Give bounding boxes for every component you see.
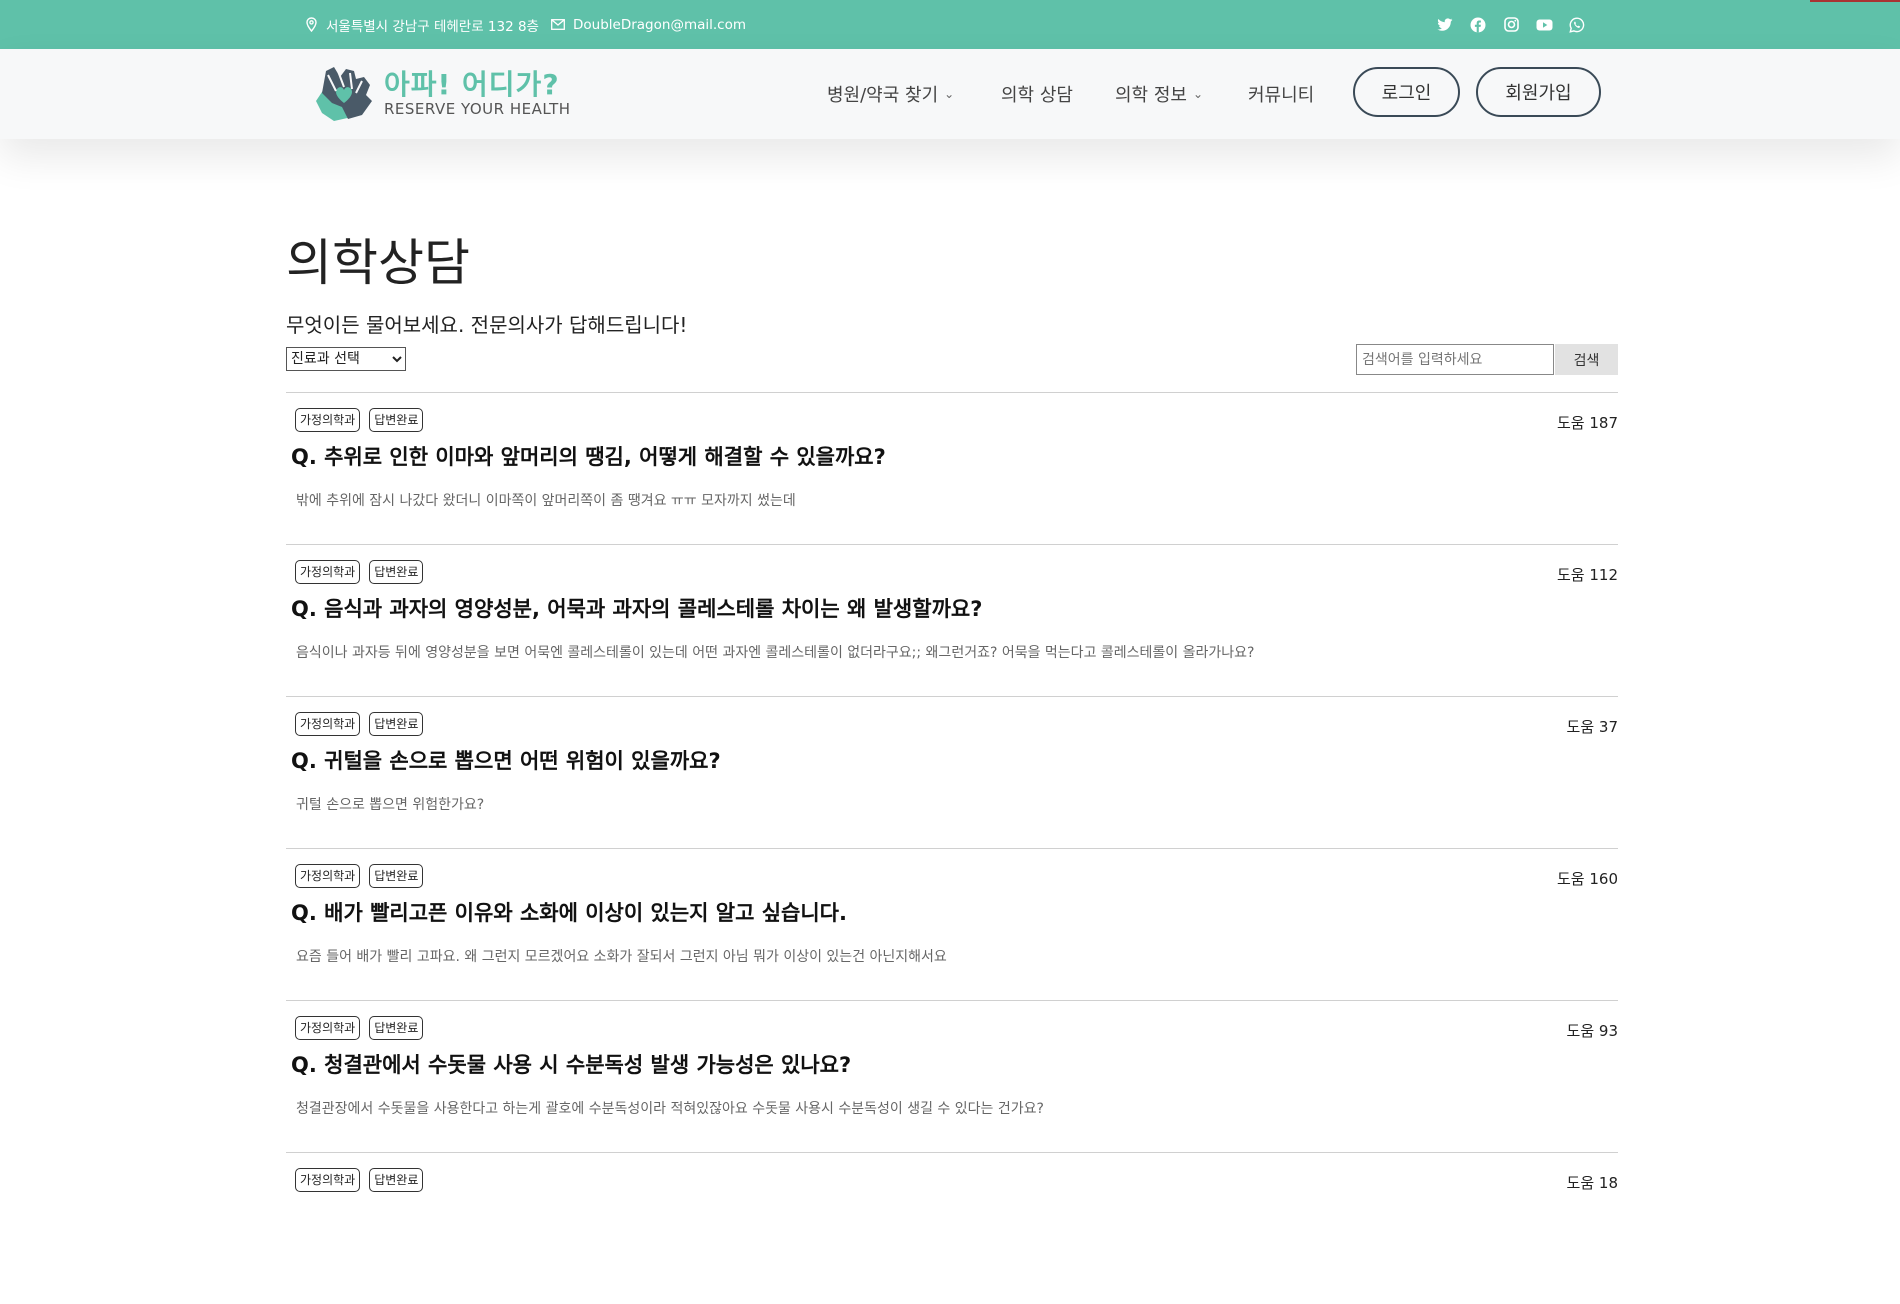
help-count: 도움 160 xyxy=(1557,870,1618,888)
answer-status-tag: 답변완료 xyxy=(369,408,424,432)
top-bar: 서울특별시 강남구 테헤란로 132 8층 DoubleDragon@mail.… xyxy=(0,0,1900,49)
question-title[interactable]: Q. 귀털을 손으로 뽑으면 어떤 위험이 있을까요? xyxy=(291,745,721,775)
mail-icon xyxy=(551,19,565,30)
whatsapp-icon[interactable] xyxy=(1568,16,1586,34)
logo-title: 아파! 어디가? xyxy=(384,68,560,101)
department-tag: 가정의학과 xyxy=(295,408,361,432)
question-item[interactable]: 가정의학과 답변완료 도움 93 Q. 청결관에서 수돗물 사용 시 수분독성 … xyxy=(286,1000,1618,1152)
search-button[interactable]: 검색 xyxy=(1555,344,1618,375)
page-title: 의학상담 xyxy=(286,234,470,292)
nav-item-find-hospital[interactable]: 병원/약국 찾기 ⌄ xyxy=(827,49,954,139)
department-tag: 가정의학과 xyxy=(295,712,361,736)
nav-label: 커뮤니티 xyxy=(1248,85,1315,106)
answer-status-tag: 답변완료 xyxy=(369,1016,424,1040)
help-count: 도움 187 xyxy=(1557,414,1618,432)
help-count: 도움 37 xyxy=(1566,718,1618,736)
answer-status-tag: 답변완료 xyxy=(369,712,424,736)
caring-hands-heart-icon xyxy=(316,67,372,121)
location-pin-icon xyxy=(306,17,317,32)
signup-button[interactable]: 회원가입 xyxy=(1476,67,1601,117)
chevron-down-icon: ⌄ xyxy=(944,87,955,101)
question-item[interactable]: 가정의학과 답변완료 도움 18 xyxy=(286,1152,1618,1304)
instagram-icon[interactable] xyxy=(1502,16,1520,34)
logo-subtitle: RESERVE YOUR HEALTH xyxy=(384,100,571,118)
nav-item-medical-info[interactable]: 의학 정보 ⌄ xyxy=(1115,49,1203,139)
help-count: 도움 93 xyxy=(1566,1022,1618,1040)
nav-label: 병원/약국 찾기 xyxy=(827,85,939,106)
top-accent-line xyxy=(1810,0,1900,2)
login-button[interactable]: 로그인 xyxy=(1353,67,1460,117)
help-count: 도움 112 xyxy=(1557,566,1618,584)
nav-item-consultation[interactable]: 의학 상담 xyxy=(1001,49,1073,139)
nav-label: 의학 정보 xyxy=(1115,85,1187,106)
question-title[interactable]: Q. 청결관에서 수돗물 사용 시 수분독성 발생 가능성은 있나요? xyxy=(291,1049,851,1079)
question-item[interactable]: 가정의학과 답변완료 도움 187 Q. 추위로 인한 이마와 앞머리의 땡김,… xyxy=(286,392,1618,544)
help-count: 도움 18 xyxy=(1566,1174,1618,1192)
question-title[interactable]: Q. 추위로 인한 이마와 앞머리의 땡김, 어떻게 해결할 수 있을까요? xyxy=(291,441,886,471)
department-select[interactable]: 진료과 선택 xyxy=(286,347,406,371)
email-text: DoubleDragon@mail.com xyxy=(573,16,746,33)
answer-status-tag: 답변완료 xyxy=(369,864,424,888)
answer-status-tag: 답변완료 xyxy=(369,560,424,584)
search-input[interactable] xyxy=(1356,344,1554,375)
question-item[interactable]: 가정의학과 답변완료 도움 37 Q. 귀털을 손으로 뽑으면 어떤 위험이 있… xyxy=(286,696,1618,848)
main-header: 아파! 어디가? RESERVE YOUR HEALTH 병원/약국 찾기 ⌄ … xyxy=(0,49,1900,139)
nav-item-community[interactable]: 커뮤니티 xyxy=(1248,49,1314,139)
youtube-icon[interactable] xyxy=(1535,16,1553,34)
chevron-down-icon: ⌄ xyxy=(1192,87,1204,101)
question-title[interactable]: Q. 음식과 과자의 영양성분, 어묵과 과자의 콜레스테롤 차이는 왜 발생할… xyxy=(291,593,982,623)
question-list: 가정의학과 답변완료 도움 187 Q. 추위로 인한 이마와 앞머리의 땡김,… xyxy=(286,392,1618,1304)
twitter-icon[interactable] xyxy=(1436,16,1454,34)
page-subtitle: 무엇이든 물어보세요. 전문의사가 답해드립니다! xyxy=(286,313,688,337)
facebook-icon[interactable] xyxy=(1469,16,1487,34)
question-preview: 청결관장에서 수돗물을 사용한다고 하는게 괄호에 수분독성이라 적혀있잖아요 … xyxy=(296,1101,1044,1117)
department-tag: 가정의학과 xyxy=(295,560,361,584)
address-info: 서울특별시 강남구 테헤란로 132 8층 xyxy=(305,0,539,49)
answer-status-tag: 답변완료 xyxy=(369,1168,424,1192)
department-tag: 가정의학과 xyxy=(295,864,361,888)
nav-label: 의학 상담 xyxy=(1001,85,1073,106)
question-item[interactable]: 가정의학과 답변완료 도움 112 Q. 음식과 과자의 영양성분, 어묵과 과… xyxy=(286,544,1618,696)
question-title[interactable]: Q. 배가 빨리고픈 이유와 소화에 이상이 있는지 알고 싶습니다. xyxy=(291,897,847,927)
email-info[interactable]: DoubleDragon@mail.com xyxy=(551,0,746,49)
question-preview: 귀털 손으로 뽑으면 위험한가요? xyxy=(296,797,485,813)
question-preview: 음식이나 과자등 뒤에 영양성분을 보면 어묵엔 콜레스테롤이 있는데 어떤 과… xyxy=(296,645,1255,661)
social-links xyxy=(1436,0,1586,49)
question-preview: 밖에 추위에 잠시 나갔다 왔더니 이마쪽이 앞머리쪽이 좀 땡겨요 ㅠㅠ 모자… xyxy=(296,493,796,509)
department-tag: 가정의학과 xyxy=(295,1016,361,1040)
site-logo[interactable]: 아파! 어디가? RESERVE YOUR HEALTH xyxy=(312,63,571,125)
question-preview: 요즘 들어 배가 빨리 고파요. 왜 그런지 모르겠어요 소화가 잘되서 그런지… xyxy=(296,949,947,965)
question-item[interactable]: 가정의학과 답변완료 도움 160 Q. 배가 빨리고픈 이유와 소화에 이상이… xyxy=(286,848,1618,1000)
address-text: 서울특별시 강남구 테헤란로 132 8층 xyxy=(326,18,539,35)
department-tag: 가정의학과 xyxy=(295,1168,361,1192)
